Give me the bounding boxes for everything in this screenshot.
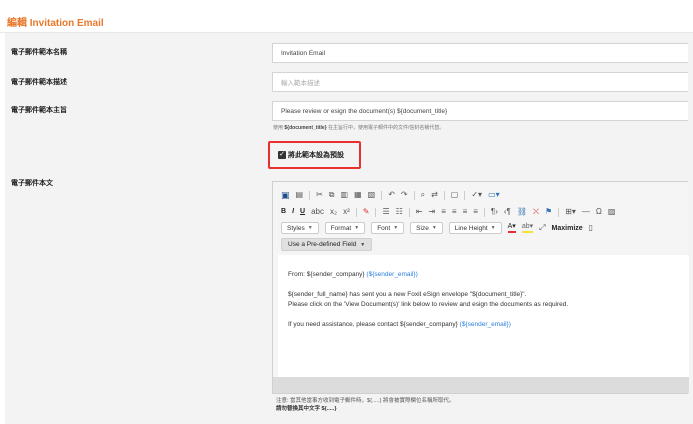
align-right-icon[interactable]: ≡ — [463, 207, 468, 217]
maximize-icon[interactable]: ⤢ — [539, 223, 545, 233]
chevron-down-icon: ▼ — [360, 241, 366, 248]
email-body-instruction: Please click on the 'View Document(s)' l… — [288, 301, 569, 308]
template-subject-input[interactable]: Please review or esign the document(s) $… — [272, 101, 688, 121]
line-height-dropdown[interactable]: Line Height ▼ — [448, 222, 502, 234]
copy-icon[interactable]: ⧉ — [329, 190, 335, 200]
toolbar-row-1: ▣ ▤ ✂ ⧉ ▥ ▦ ▧ ↶ ↷ ⌕ ⇄ ▢ ✓▾ ▭▾ — [281, 189, 500, 201]
assistance-email-link[interactable]: (${sender_email}) — [460, 321, 511, 328]
rtl-icon[interactable]: ‹¶ — [504, 207, 511, 217]
superscript-icon[interactable]: x² — [343, 207, 350, 217]
font-dropdown[interactable]: Font ▼ — [371, 222, 405, 234]
note-line-2: 請勿替換其中文字 ${.....} — [276, 406, 337, 412]
horizontal-line-icon[interactable]: — — [582, 207, 590, 217]
background-color-icon[interactable]: ab▾ — [521, 223, 534, 233]
assistance-text: If you need assistance, please contact $… — [288, 321, 458, 328]
table-menu-icon[interactable]: ▭▾ — [488, 190, 500, 200]
unlink-icon[interactable]: ⛌ — [533, 207, 539, 217]
paste-word-icon[interactable]: ▧ — [368, 190, 376, 200]
strikethrough-icon[interactable]: abc — [311, 207, 324, 217]
image-icon[interactable]: ▨ — [608, 207, 616, 217]
template-body-label: 電子郵件本文 — [11, 180, 53, 187]
rich-text-editor: ▣ ▤ ✂ ⧉ ▥ ▦ ▧ ↶ ↷ ⌕ ⇄ ▢ ✓▾ ▭▾ B I U abc … — [272, 181, 689, 394]
template-name-input[interactable]: Invitation Email — [272, 43, 688, 63]
show-blocks-icon[interactable]: ▯ — [589, 223, 593, 233]
subject-hint-prefix: 使用 — [273, 125, 284, 131]
maximize-button[interactable]: Maximize — [552, 225, 583, 232]
justify-icon[interactable]: ≡ — [473, 207, 478, 217]
select-all-icon[interactable]: ▢ — [451, 190, 459, 200]
email-body-line: ${sender_full_name} has sent you a new F… — [288, 291, 527, 298]
table-icon[interactable]: ⊞▾ — [565, 207, 576, 217]
anchor-icon[interactable]: ⚑ — [545, 207, 552, 217]
chevron-down-icon: ▼ — [490, 225, 496, 231]
email-from-line: From: ${sender_company} (${sender_email}… — [288, 270, 679, 280]
set-default-label[interactable]: 將此範本設為預設 — [288, 150, 344, 160]
template-name-label: 電子郵件範本名稱 — [11, 49, 67, 56]
line-height-dropdown-label: Line Height — [454, 224, 488, 232]
template-description-label: 電子郵件範本描述 — [11, 79, 67, 86]
ltr-icon[interactable]: ¶› — [491, 207, 498, 217]
text-color-icon[interactable]: A▾ — [507, 223, 516, 233]
font-dropdown-label: Font — [377, 224, 391, 232]
source-icon[interactable]: ▤ — [296, 190, 304, 200]
cut-icon[interactable]: ✂ — [316, 190, 323, 200]
remove-format-icon[interactable]: ✎ — [363, 207, 370, 217]
paste-icon[interactable]: ▥ — [341, 190, 349, 200]
replacement-note: 注意: 當其他當事方收到電子郵件時，${.....} 將會被實際欄位名稱所取代。… — [276, 397, 454, 413]
outdent-icon[interactable]: ⇤ — [416, 207, 423, 217]
chevron-down-icon: ▼ — [393, 225, 399, 231]
redo-icon[interactable]: ↷ — [401, 190, 408, 200]
size-dropdown-label: Size — [416, 224, 429, 232]
predefined-field-dropdown[interactable]: Use a Pre-defined Field ▼ — [281, 238, 373, 251]
styles-dropdown-label: Styles — [287, 224, 305, 232]
subject-hint-suffix: 在主旨行中，使用電子郵件中的文件/信封名稱代替。 — [328, 125, 445, 131]
styles-dropdown[interactable]: Styles ▼ — [281, 222, 319, 234]
indent-icon[interactable]: ⇥ — [429, 207, 436, 217]
italic-icon[interactable]: I — [292, 207, 294, 217]
email-assistance-line: If you need assistance, please contact $… — [288, 320, 679, 330]
subject-hint: 使用 ${document_title} 在主旨行中，使用電子郵件中的文件/信封… — [273, 124, 444, 131]
link-icon[interactable]: ⛓ — [517, 207, 527, 217]
spellcheck-icon[interactable]: ✓▾ — [471, 190, 482, 200]
checkbox-checked-icon[interactable]: ✓ — [278, 151, 286, 159]
set-default-checkbox-area[interactable]: ✓ 將此範本設為預設 — [268, 141, 361, 169]
format-dropdown[interactable]: Format ▼ — [324, 222, 366, 234]
size-dropdown[interactable]: Size ▼ — [410, 222, 443, 234]
chevron-down-icon: ▼ — [307, 225, 313, 231]
template-description-input[interactable]: 輸入範本描述 — [272, 72, 688, 92]
editor-status-bar — [273, 377, 689, 393]
note-line-1: 注意: 當其他當事方收到電子郵件時，${.....} 將會被實際欄位名稱所取代。 — [276, 398, 455, 404]
align-center-icon[interactable]: ≡ — [452, 207, 457, 217]
underline-icon[interactable]: U — [300, 207, 305, 217]
special-char-icon[interactable]: Ω — [596, 207, 602, 217]
subject-hint-variable: ${document_title} — [284, 125, 327, 131]
subscript-icon[interactable]: x₂ — [330, 207, 337, 217]
predefined-field-label: Use a Pre-defined Field — [288, 241, 357, 248]
chevron-down-icon: ▼ — [354, 225, 360, 231]
sender-email-link[interactable]: (${sender_email}) — [366, 271, 417, 278]
toolbar-row-3: Styles ▼ Format ▼ Font ▼ Size ▼ Line Height ▼… — [281, 222, 593, 234]
replace-icon[interactable]: ⇄ — [431, 190, 438, 200]
from-text: From: ${sender_company} — [288, 271, 365, 278]
editor-content-area[interactable]: From: ${sender_company} (${sender_email}… — [278, 255, 689, 377]
template-subject-label: 電子郵件範本主旨 — [11, 107, 67, 114]
align-left-icon[interactable]: ≡ — [441, 207, 446, 217]
save-icon[interactable]: ▣ — [281, 190, 290, 200]
bold-icon[interactable]: B — [281, 207, 286, 217]
chevron-down-icon: ▼ — [431, 225, 437, 231]
format-dropdown-label: Format — [330, 224, 352, 232]
toolbar-row-2: B I U abc x₂ x² ✎ ☰ ☷ ⇤ ⇥ ≡ ≡ ≡ ≡ ¶› ‹¶ … — [281, 206, 615, 218]
page-title: 編輯 Invitation Email — [7, 18, 104, 29]
bulleted-list-icon[interactable]: ☷ — [396, 207, 403, 217]
find-icon[interactable]: ⌕ — [421, 190, 425, 200]
undo-icon[interactable]: ↶ — [388, 190, 395, 200]
paste-text-icon[interactable]: ▦ — [354, 190, 362, 200]
numbered-list-icon[interactable]: ☰ — [382, 207, 389, 217]
